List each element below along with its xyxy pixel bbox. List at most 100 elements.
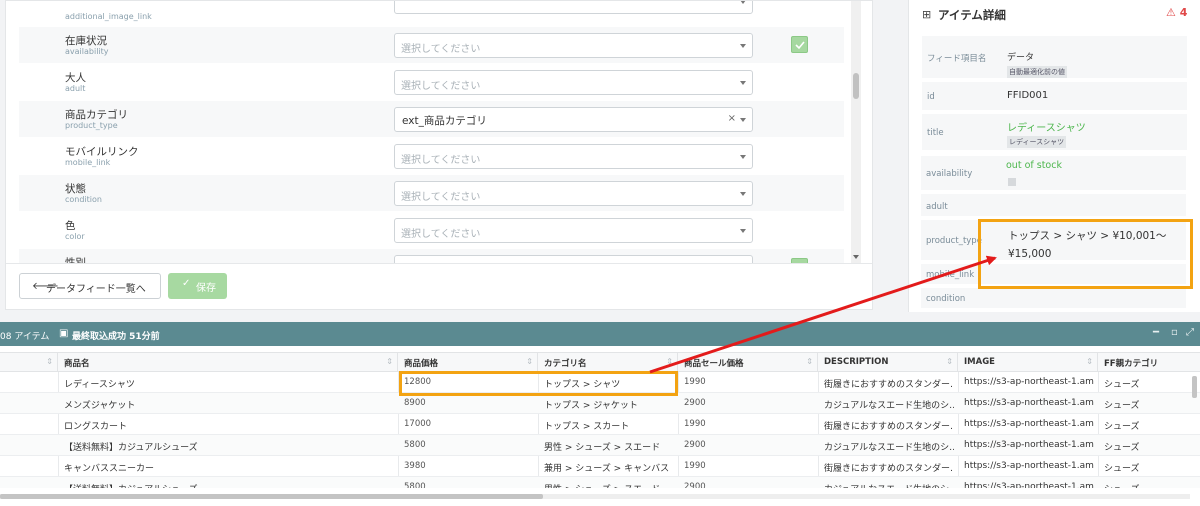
mapping-row-color: 色 color 選択してください [19, 212, 844, 249]
mapping-select[interactable]: 選択してください [394, 33, 753, 58]
back-to-feed-list-button[interactable]: 🡐 データフィード一覧へ [19, 273, 161, 299]
sort-icon[interactable]: ⇕ [386, 357, 393, 366]
table-cell[interactable]: 男性 > シューズ > スエード [544, 440, 674, 453]
scrollbar-thumb[interactable] [853, 73, 859, 99]
table-cell[interactable]: 5800 [404, 440, 534, 450]
table-cell[interactable]: キャンバススニーカー [64, 461, 394, 474]
col-header-category[interactable]: カテゴリ名 ⇕ [538, 353, 678, 371]
mapping-row-sub: additional_image_link [65, 12, 152, 21]
table-row[interactable]: 【送料無料】カジュアルシューズ 5800 男性 > シューズ > スエード 2900 カ… [0, 435, 1200, 456]
table-cell[interactable]: 街履きにおすすめのスタンダー… [824, 377, 954, 390]
mapping-select[interactable]: 選択してください [394, 181, 753, 206]
select-placeholder: 選択してください [401, 81, 481, 92]
expand-icon[interactable]: ⤢ [1186, 327, 1194, 338]
table-cell[interactable]: 2900 [684, 398, 814, 408]
detail-row-title: title レディースシャツ レディースシャツ [922, 114, 1187, 152]
table-cell[interactable]: シューズ [1104, 482, 1194, 488]
col-header-name[interactable]: 商品名 ⇕ [58, 353, 398, 371]
table-cell[interactable]: https://s3-ap-northeast-1.amaz… [964, 440, 1094, 450]
table-cell[interactable]: 男性 > シューズ > スエード [544, 482, 674, 488]
table-cell[interactable]: カジュアルなスエード生地のシ… [824, 440, 954, 453]
table-cell[interactable]: トップス > ジャケット [544, 398, 674, 411]
save-button[interactable]: ✓ 保存 [168, 273, 227, 299]
table-cell[interactable]: https://s3-ap-northeast-1.amaz… [964, 377, 1094, 387]
table-cell[interactable]: 1990 [684, 419, 814, 429]
mapping-row-label: 商品カテゴリ [65, 109, 128, 121]
table-row[interactable]: ロングスカート 17000 トップス > スカート 1990 街履きにおすすめのスタンダ… [0, 414, 1200, 435]
col-header-description[interactable]: DESCRIPTION ⇕ [818, 353, 958, 371]
col-header-ff-parent-category[interactable]: FF親カテゴリ [1098, 353, 1200, 371]
detail-key: condition [926, 294, 966, 304]
vertical-scrollbar[interactable] [851, 1, 861, 263]
table-cell[interactable]: シューズ [1104, 377, 1194, 390]
table-cell[interactable]: 1990 [684, 377, 814, 387]
grid-vertical-scrollbar-thumb[interactable] [1192, 376, 1197, 398]
table-cell[interactable]: https://s3-ap-northeast-1.amaz… [964, 419, 1094, 429]
mapping-select[interactable] [394, 255, 753, 263]
sort-icon[interactable]: ⇕ [526, 357, 533, 366]
col-header-image[interactable]: IMAGE ⇕ [958, 353, 1098, 371]
mapping-row-availability: 在庫状況 availability 選択してください [19, 27, 844, 64]
detail-key: availability [926, 169, 973, 179]
mapping-select[interactable]: 選択してください [394, 144, 753, 169]
table-cell[interactable]: 兼用 > シューズ > キャンバス [544, 461, 674, 474]
table-cell[interactable]: 【送料無料】カジュアルシューズ [64, 482, 394, 488]
table-cell[interactable]: ロングスカート [64, 419, 394, 432]
table-cell[interactable]: 17000 [404, 419, 534, 429]
mapping-select[interactable]: 選択してください [394, 70, 753, 95]
table-cell[interactable]: トップス > スカート [544, 419, 674, 432]
minimize-icon[interactable]: ━ [1153, 327, 1159, 338]
col-header-label: DESCRIPTION [824, 357, 889, 367]
table-cell[interactable]: 8900 [404, 398, 534, 408]
col-header-price[interactable]: 商品価格 ⇕ [398, 353, 538, 371]
table-cell[interactable]: 街履きにおすすめのスタンダー… [824, 461, 954, 474]
mapping-row-sub: color [65, 232, 85, 241]
table-cell[interactable]: カジュアルなスエード生地のシ… [824, 482, 954, 488]
mapping-select[interactable]: ext_商品カテゴリ × [394, 107, 753, 132]
table-cell[interactable]: シューズ [1104, 398, 1194, 411]
table-cell[interactable]: シューズ [1104, 461, 1194, 474]
sort-icon[interactable]: ⇕ [806, 357, 813, 366]
table-cell[interactable]: 3980 [404, 461, 534, 471]
table-cell[interactable]: 1990 [684, 461, 814, 471]
grid-toolbar: 08 アイテム ▣ 最終取込成功 51分前 ━ ▫ ⤢ [0, 322, 1200, 346]
table-cell[interactable]: カジュアルなスエード生地のシ… [824, 398, 954, 411]
col-header-sale-price[interactable]: 商品セール価格 ⇕ [678, 353, 818, 371]
detail-header-tag: 自動最適化前の値 [1007, 66, 1067, 78]
mapping-row-label: 在庫状況 [65, 35, 107, 47]
table-cell[interactable]: レディースシャツ [64, 377, 394, 390]
scrollbar-thumb[interactable] [0, 494, 543, 499]
table-row[interactable]: キャンバススニーカー 3980 兼用 > シューズ > キャンバス 1990 街履きにお… [0, 456, 1200, 477]
table-cell[interactable]: 5800 [404, 482, 534, 488]
table-cell[interactable]: シューズ [1104, 419, 1194, 432]
chevron-down-icon [740, 81, 746, 85]
detail-key: adult [926, 202, 948, 212]
table-cell[interactable]: https://s3-ap-northeast-1.amaz… [964, 482, 1094, 488]
sort-icon[interactable]: ⇕ [666, 357, 673, 366]
col-header-label: 商品セール価格 [684, 359, 744, 369]
scroll-down-icon[interactable] [853, 255, 859, 259]
mapping-select[interactable] [394, 1, 753, 14]
col-header-select[interactable]: ⇕ [0, 353, 58, 371]
table-cell[interactable]: シューズ [1104, 440, 1194, 453]
table-row[interactable]: メンズジャケット 8900 トップス > ジャケット 2900 カジュアルなスエード生地… [0, 393, 1200, 414]
table-row[interactable]: 【送料無料】カジュアルシューズ 5800 男性 > シューズ > スエード 2900 カ… [0, 477, 1200, 488]
table-cell[interactable]: 2900 [684, 440, 814, 450]
warning-badge[interactable]: ⚠ 4 [1166, 6, 1187, 19]
horizontal-scrollbar[interactable] [0, 494, 1190, 499]
detail-row-condition: condition [921, 288, 1186, 310]
table-cell[interactable]: 街履きにおすすめのスタンダー… [824, 419, 954, 432]
table-cell[interactable]: 2900 [684, 482, 814, 488]
sort-icon[interactable]: ⇕ [946, 357, 953, 366]
field-mapping-panel: additional_image_link 在庫状況 availability … [5, 0, 873, 310]
clear-icon[interactable]: × [728, 113, 736, 124]
table-cell[interactable]: 【送料無料】カジュアルシューズ [64, 440, 394, 453]
restore-icon[interactable]: ▫ [1171, 327, 1178, 338]
sort-icon[interactable]: ⇕ [46, 357, 53, 366]
check-toggle[interactable] [791, 36, 808, 53]
table-cell[interactable]: メンズジャケット [64, 398, 394, 411]
mapping-select[interactable]: 選択してください [394, 218, 753, 243]
sort-icon[interactable]: ⇕ [1086, 357, 1093, 366]
table-cell[interactable]: https://s3-ap-northeast-1.amaz… [964, 398, 1094, 408]
table-cell[interactable]: https://s3-ap-northeast-1.amaz… [964, 461, 1094, 471]
